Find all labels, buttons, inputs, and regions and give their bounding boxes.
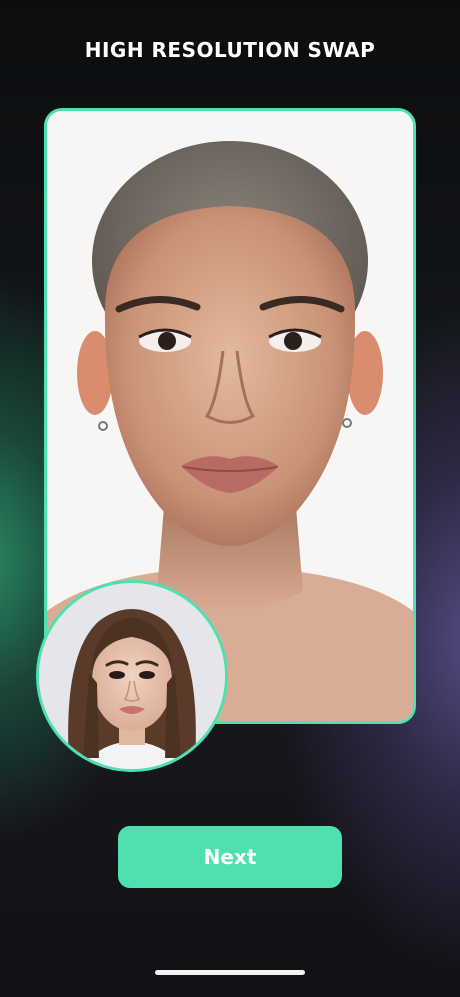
- page-title: HIGH RESOLUTION SWAP: [84, 38, 376, 62]
- source-photo-circle[interactable]: [36, 580, 228, 772]
- next-button[interactable]: Next: [118, 826, 342, 888]
- home-indicator: [155, 970, 305, 975]
- source-face-image: [39, 583, 225, 769]
